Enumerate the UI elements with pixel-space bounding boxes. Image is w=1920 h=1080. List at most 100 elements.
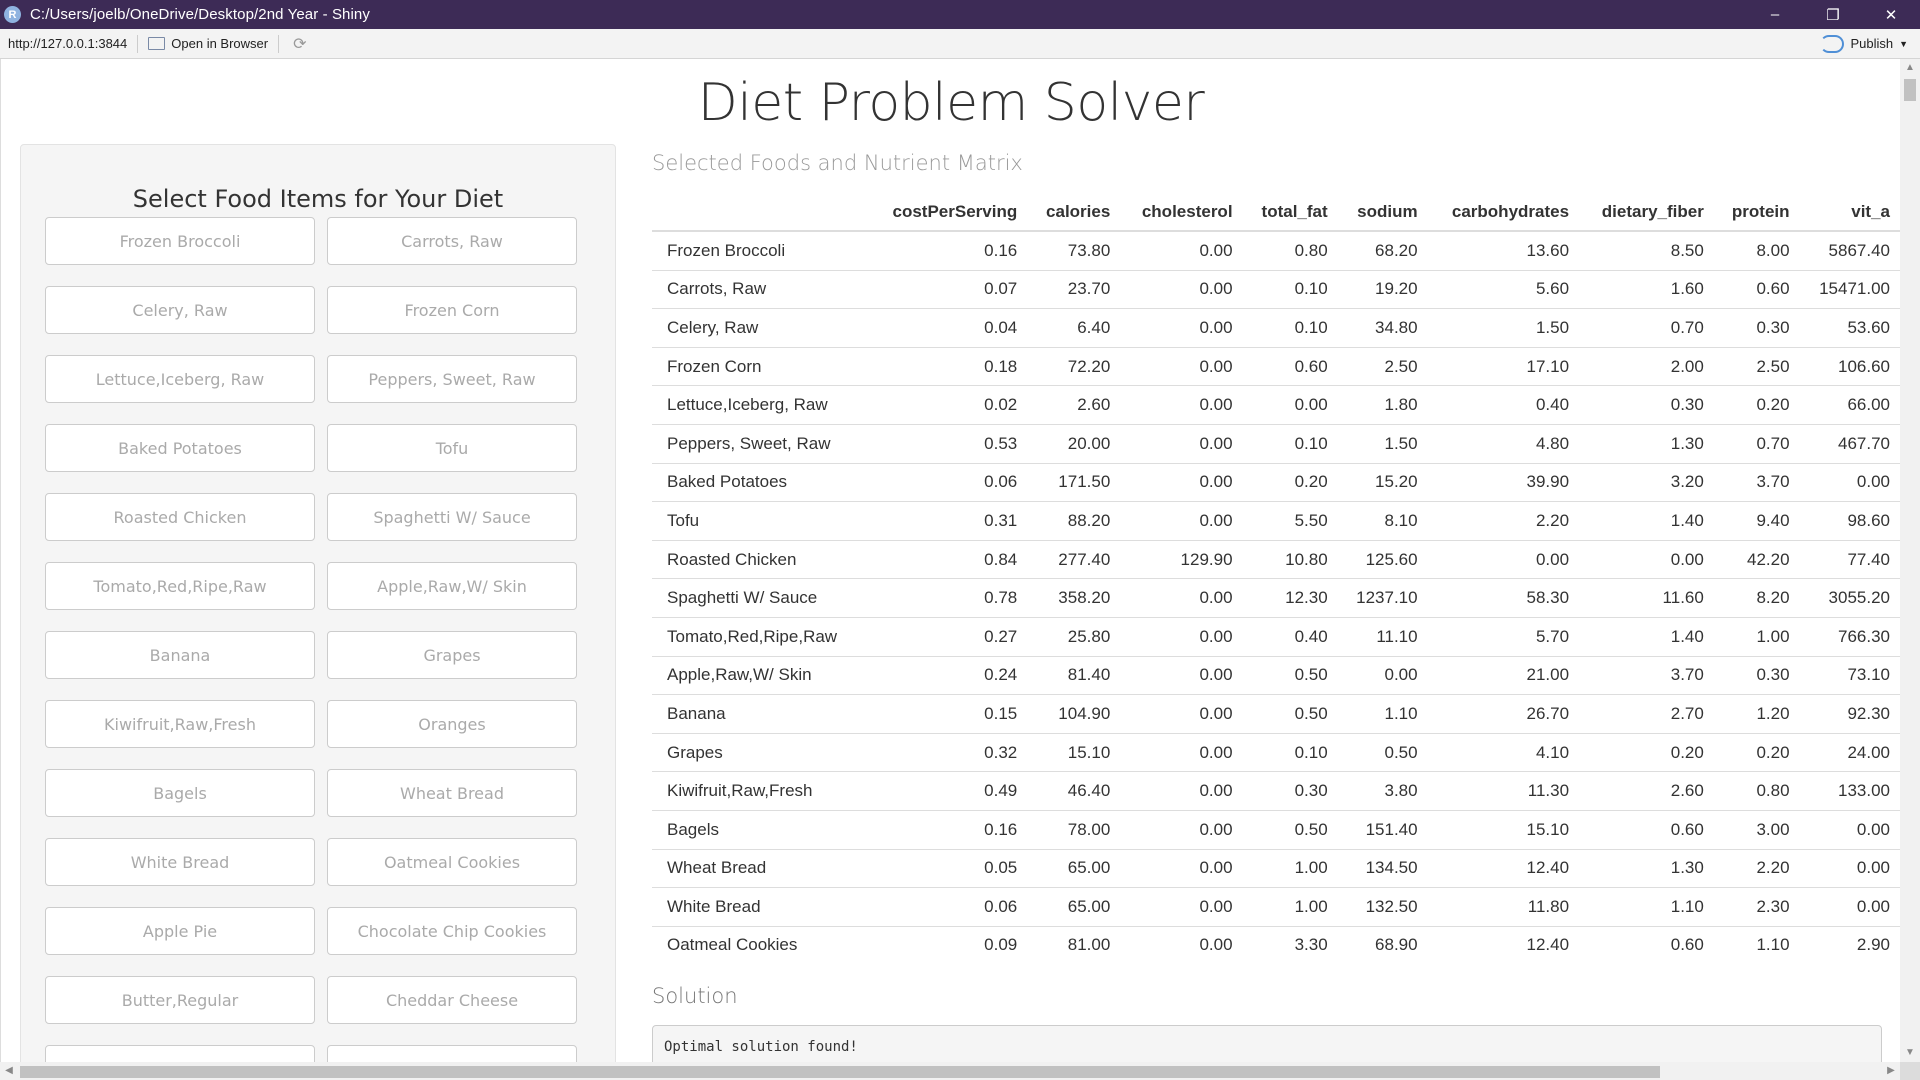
table-cell: 0.84 (867, 539, 1028, 579)
food-item-button[interactable]: Lettuce,Iceberg, Raw (45, 355, 315, 403)
food-item-button[interactable]: 2% Lowfat Milk (327, 1045, 577, 1062)
food-item-button[interactable]: 3.3% Fat,Whole Milk (45, 1045, 315, 1062)
table-cell: 0.40 (1242, 616, 1338, 657)
column-header: total_fat (1242, 194, 1338, 232)
table-row: Frozen Broccoli 0.16 73.80 0.00 0.80 68.20 13.… (652, 230, 1900, 271)
table-cell: 0.50 (1242, 655, 1338, 695)
table-cell: 2.30 (1713, 887, 1800, 927)
row-label: Celery, Raw (652, 308, 868, 348)
food-item-button[interactable]: Chocolate Chip Cookies (327, 907, 577, 955)
table-cell: 0.50 (1242, 809, 1338, 849)
food-item-button[interactable]: Tomato,Red,Ripe,Raw (45, 562, 315, 610)
table-cell: 1.60 (1579, 269, 1714, 309)
scroll-left-icon[interactable]: ◀ (0, 1062, 18, 1080)
table-cell: 5.60 (1427, 269, 1580, 309)
table-cell: 73.10 (1799, 655, 1900, 695)
food-item-button[interactable]: Cheddar Cheese (327, 976, 577, 1024)
table-cell: 5.70 (1427, 616, 1580, 657)
food-item-button[interactable]: Bagels (45, 769, 315, 817)
table-cell: 0.06 (867, 462, 1028, 502)
publish-label: Publish (1850, 36, 1894, 51)
table-cell: 65.00 (1027, 848, 1121, 888)
minimize-icon[interactable]: – (1746, 0, 1804, 29)
table-cell: 0.31 (867, 501, 1028, 541)
open-in-browser-button[interactable]: Open in Browser (148, 36, 268, 51)
publish-button[interactable]: Publish ▼ (1820, 29, 1908, 58)
row-label: Banana (652, 694, 868, 734)
food-item-button[interactable]: Grapes (327, 631, 577, 679)
table-cell: 0.00 (1120, 771, 1243, 811)
scrollbar-thumb[interactable] (20, 1066, 1660, 1078)
toolbar-divider (278, 34, 280, 53)
food-item-button[interactable]: Kiwifruit,Raw,Fresh (45, 700, 315, 748)
table-cell: 0.30 (1713, 655, 1800, 695)
scroll-right-icon[interactable]: ▶ (1882, 1062, 1900, 1080)
table-cell: 0.80 (1713, 771, 1800, 811)
food-item-button[interactable]: Baked Potatoes (45, 424, 315, 472)
scrollbar-thumb[interactable] (1904, 79, 1916, 101)
table-cell: 0.00 (1799, 887, 1900, 927)
table-cell: 0.00 (1120, 230, 1243, 271)
close-icon[interactable]: ✕ (1862, 0, 1920, 29)
column-header: dietary_fiber (1579, 194, 1714, 232)
table-cell: 1.40 (1579, 616, 1714, 657)
table-cell: 133.00 (1799, 771, 1900, 811)
food-item-button[interactable]: Tofu (327, 424, 577, 472)
publish-icon (1820, 34, 1845, 53)
table-cell: 0.70 (1579, 308, 1714, 348)
table-cell: 2.90 (1799, 925, 1900, 965)
horizontal-scrollbar[interactable]: ◀ ▶ (0, 1062, 1900, 1080)
url-display: http://127.0.0.1:3844 (8, 36, 128, 51)
column-header: cholesterol (1120, 194, 1243, 232)
food-item-button[interactable]: Butter,Regular (45, 976, 315, 1024)
food-item-button[interactable]: Spaghetti W/ Sauce (327, 493, 577, 541)
food-item-button[interactable]: Wheat Bread (327, 769, 577, 817)
food-item-button[interactable]: Frozen Corn (327, 286, 577, 334)
food-item-button[interactable]: Apple,Raw,W/ Skin (327, 562, 577, 610)
table-cell: 81.40 (1027, 655, 1121, 695)
table-cell: 4.80 (1427, 423, 1580, 464)
open-in-browser-label: Open in Browser (171, 36, 269, 51)
vertical-scrollbar[interactable]: ▲ ▼ (1900, 59, 1920, 1062)
solution-output: Optimal solution found! (652, 1025, 1882, 1062)
table-cell: 12.40 (1427, 925, 1580, 965)
row-label: Peppers, Sweet, Raw (652, 423, 868, 464)
scroll-down-icon[interactable]: ▼ (1900, 1044, 1920, 1062)
row-label: Frozen Broccoli (652, 230, 868, 271)
table-cell: 467.70 (1799, 423, 1900, 464)
scrollbar-corner (1900, 1062, 1920, 1080)
table-cell: 11.10 (1337, 616, 1428, 657)
refresh-icon[interactable]: ⟳ (293, 34, 306, 54)
table-row: Celery, Raw 0.04 6.40 0.00 0.10 34.80 1.50 0.70… (652, 308, 1900, 348)
row-label: Lettuce,Iceberg, Raw (652, 385, 868, 425)
row-label: Spaghetti W/ Sauce (652, 578, 868, 618)
restore-icon[interactable]: ❐ (1804, 0, 1862, 29)
food-item-button[interactable]: Roasted Chicken (45, 493, 315, 541)
food-item-button[interactable]: Carrots, Raw (327, 217, 577, 265)
table-cell: 73.80 (1027, 230, 1121, 271)
table-cell: 11.80 (1427, 887, 1580, 927)
food-item-button[interactable]: Peppers, Sweet, Raw (327, 355, 577, 403)
food-item-button[interactable]: Apple Pie (45, 907, 315, 955)
food-item-button[interactable]: White Bread (45, 838, 315, 886)
column-header: carbohydrates (1427, 194, 1580, 232)
scroll-up-icon[interactable]: ▲ (1900, 59, 1920, 77)
table-row: Grapes 0.32 15.10 0.00 0.10 0.50 4.10 0.20 0.20 2… (652, 732, 1900, 772)
row-label: Wheat Bread (652, 848, 868, 888)
table-row: Roasted Chicken 0.84 277.40 129.90 10.80 125.… (652, 539, 1900, 579)
table-cell: 66.00 (1799, 385, 1900, 425)
table-cell: 11.30 (1427, 771, 1580, 811)
table-cell: 0.32 (867, 732, 1028, 772)
food-item-button[interactable]: Celery, Raw (45, 286, 315, 334)
table-cell: 5867.40 (1799, 230, 1900, 271)
table-cell: 13.60 (1427, 230, 1580, 271)
table-row: Oatmeal Cookies 0.09 81.00 0.00 3.30 68.90 12.… (652, 925, 1900, 965)
chevron-down-icon[interactable]: ▼ (1899, 39, 1908, 49)
table-cell: 1.80 (1337, 385, 1428, 425)
food-item-button[interactable]: Banana (45, 631, 315, 679)
food-item-button[interactable]: Oranges (327, 700, 577, 748)
table-cell: 0.05 (867, 848, 1028, 888)
food-item-button[interactable]: Frozen Broccoli (45, 217, 315, 265)
column-header: sodium (1337, 194, 1428, 232)
food-item-button[interactable]: Oatmeal Cookies (327, 838, 577, 886)
